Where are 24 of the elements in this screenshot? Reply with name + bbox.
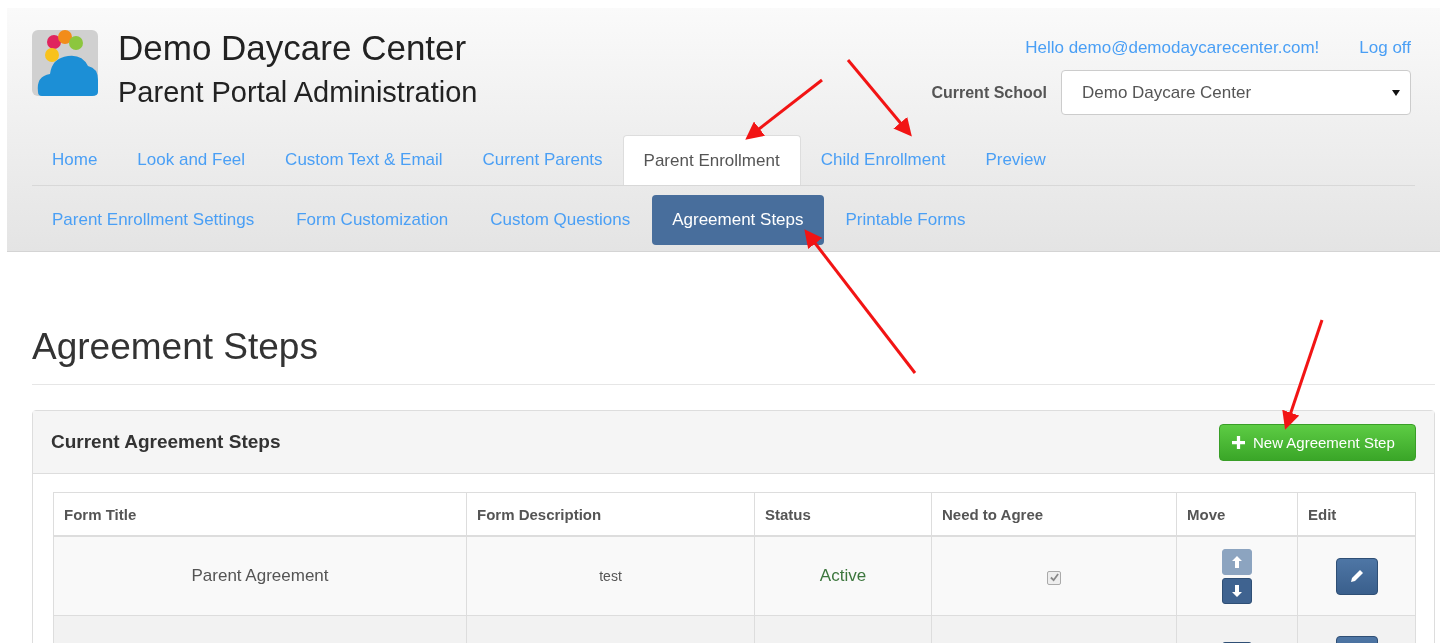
- nav-tab[interactable]: Preview: [965, 135, 1066, 185]
- table-cell: test: [599, 568, 622, 584]
- nav-tab[interactable]: Child Enrollment: [800, 135, 966, 185]
- nav-tab[interactable]: Current Parents: [462, 135, 623, 185]
- sub-tab[interactable]: Parent Enrollment Settings: [32, 195, 275, 245]
- school-label: Current School: [931, 83, 1047, 102]
- logoff-link[interactable]: Log off: [1359, 38, 1411, 58]
- sub-tab[interactable]: Form Customization: [276, 195, 469, 245]
- nav-tab[interactable]: Look and Feel: [117, 135, 266, 185]
- table-cell: Parent Agreement: [191, 566, 329, 585]
- site-title: Demo Daycare Center: [118, 28, 468, 68]
- nav-tab[interactable]: Custom Text & Email: [265, 135, 463, 185]
- panel-title: Current Agreement Steps: [51, 431, 281, 453]
- sub-tab[interactable]: Printable Forms: [825, 195, 986, 245]
- school-select[interactable]: Demo Daycare Center: [1061, 70, 1411, 115]
- sub-tab[interactable]: Agreement Steps: [652, 195, 824, 245]
- new-step-button[interactable]: New Agreement Step: [1219, 423, 1416, 461]
- page-title: Agreement Steps: [32, 326, 1435, 385]
- nav-tab[interactable]: Parent Enrollment: [622, 135, 801, 185]
- nav-tab[interactable]: Home: [32, 135, 118, 185]
- sub-tab[interactable]: Custom Questions: [470, 195, 651, 245]
- status-text: Active: [819, 566, 867, 585]
- site-subtitle: Parent Portal Administration: [118, 75, 478, 110]
- greeting-link[interactable]: Hello demo@demodaycarecenter.com!: [1025, 38, 1320, 58]
